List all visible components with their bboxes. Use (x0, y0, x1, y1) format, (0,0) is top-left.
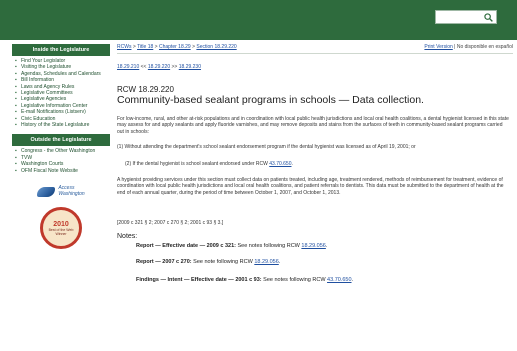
note-link[interactable]: 18.29.056 (301, 243, 325, 249)
current-section-link[interactable]: 18.29.220 (148, 64, 170, 70)
sidebar-heading-inside: Inside the Legislature (12, 44, 110, 56)
prev-arrow: << (140, 64, 147, 70)
seal-text: Best of the Web Winner (48, 227, 74, 236)
paragraph-item-2: (2) If the dental hygienist is school se… (125, 161, 293, 167)
access-logo-line2: Washington (58, 190, 85, 197)
sidebar-heading-outside: Outside the Legislature (12, 134, 110, 147)
notes-heading: Notes: (117, 233, 138, 240)
page-title: Community-based sealant programs in scho… (117, 94, 424, 106)
main-content: RCWs > Title 18 > Chapter 18.29 > Sectio… (117, 40, 517, 351)
crumb-rcws[interactable]: RCWs (117, 44, 131, 50)
section-nav: 18.29.210 << 18.29.220 >> 18.29.230 (117, 64, 201, 70)
sidebar-item[interactable]: OFM Fiscal Note Website (15, 168, 110, 175)
sidebar-list-inside: Find Your Legislator Visiting the Legisl… (12, 56, 110, 130)
rcw-link[interactable]: 43.70.650 (269, 161, 291, 167)
crumb-chapter[interactable]: Chapter 18.29 (159, 44, 191, 50)
paragraph-intro: For low-income, rural, and other at-risk… (117, 116, 509, 135)
divider (117, 53, 513, 54)
note-item: Findings — Intent — Effective date — 200… (136, 277, 354, 283)
session-laws: [2009 c 321 § 2; 2007 c 270 § 2; 2001 c … (117, 220, 224, 226)
sidebar: Inside the Legislature Find Your Legisla… (12, 40, 110, 351)
note-link[interactable]: 18.29.056 (254, 259, 278, 265)
prev-section-link[interactable]: 18.29.210 (117, 64, 139, 70)
paragraph-item-1: (1) Without attending the department's s… (117, 144, 416, 150)
seal-year: 2010 (53, 220, 69, 228)
rcw-number: RCW 18.29.220 (117, 85, 174, 94)
sidebar-item[interactable]: History of the State Legislature (15, 122, 110, 129)
topbar: RCWs > Title 18 > Chapter 18.29 > Sectio… (117, 44, 513, 50)
access-washington-logo[interactable]: Access Washington (12, 186, 110, 197)
breadcrumb: RCWs > Title 18 > Chapter 18.29 > Sectio… (117, 44, 237, 50)
crumb-section[interactable]: Section 18.29.220 (196, 44, 236, 50)
site-header (0, 0, 517, 40)
crumb-title[interactable]: Title 18 (137, 44, 153, 50)
search-input[interactable] (435, 10, 497, 24)
paragraph-data-collection: A hygienist providing services under thi… (117, 177, 504, 196)
access-washington-icon (37, 186, 56, 197)
note-link[interactable]: 43.70.650 (327, 277, 351, 283)
next-arrow: >> (171, 64, 178, 70)
sidebar-list-outside: Congress - the Other Washington TVW Wash… (12, 146, 110, 176)
award-seal: 2010 Best of the Web Winner (40, 207, 82, 250)
next-section-link[interactable]: 18.29.230 (179, 64, 201, 70)
print-area: Print Version | No disponible en español (424, 44, 513, 50)
print-version-link[interactable]: Print Version (424, 44, 452, 50)
note-item: Report — Effective date — 2009 c 321: Se… (136, 243, 328, 249)
search-icon[interactable] (484, 12, 493, 22)
note-item: Report — 2007 c 270: See note following … (136, 259, 281, 265)
language-note: | No disponible en español (454, 44, 513, 50)
